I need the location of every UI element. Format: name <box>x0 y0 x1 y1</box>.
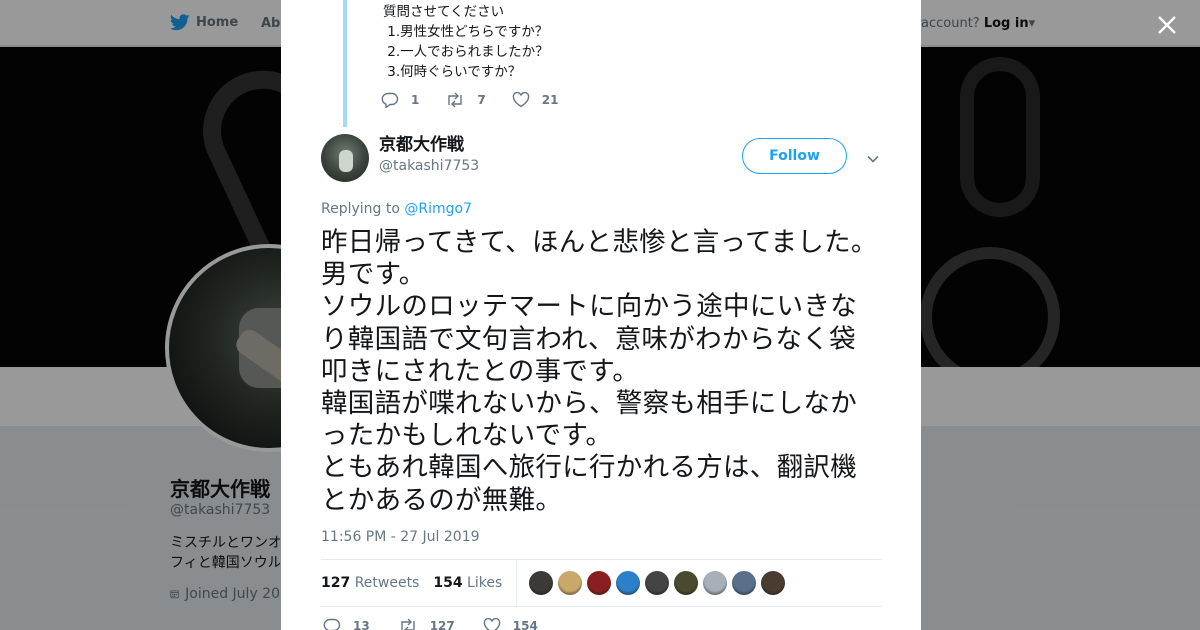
liker-avatar[interactable] <box>674 571 699 595</box>
retweet-icon <box>401 618 415 630</box>
liker-avatar[interactable] <box>732 571 757 595</box>
like-action[interactable]: 21 <box>512 92 559 108</box>
liker-avatar[interactable] <box>558 571 583 595</box>
more-options-button[interactable] <box>867 150 879 163</box>
author-avatar[interactable] <box>321 134 369 182</box>
retweet-stat-label: Retweets <box>354 575 420 591</box>
tweet-stats: 127 Retweets 154 Likes <box>321 559 882 607</box>
reply-icon <box>381 92 399 108</box>
chevron-down-icon <box>867 155 879 163</box>
liker-avatar[interactable] <box>529 571 554 595</box>
reply-count: 13 <box>353 619 370 630</box>
like-stat[interactable]: 154 Likes <box>433 575 502 591</box>
avatar-figure <box>339 150 353 172</box>
like-stat-label: Likes <box>467 575 503 591</box>
liker-avatars <box>529 571 786 595</box>
retweet-action[interactable]: 7 <box>445 92 486 108</box>
liker-avatar[interactable] <box>703 571 728 595</box>
liker-avatar[interactable] <box>616 571 641 595</box>
author-names: 京都大作戦 @takashi7753 <box>379 134 479 182</box>
reply-action[interactable]: 13 <box>323 618 370 630</box>
heart-icon <box>483 618 501 630</box>
liker-avatar[interactable] <box>645 571 670 595</box>
liker-avatar[interactable] <box>587 571 612 595</box>
close-button[interactable] <box>1152 10 1182 40</box>
heart-icon <box>512 92 529 108</box>
close-icon <box>1158 16 1176 34</box>
follow-button[interactable]: Follow <box>742 138 847 174</box>
retweet-icon <box>448 92 463 108</box>
like-action[interactable]: 154 <box>483 618 538 630</box>
previous-tweet-actions: 1 7 21 <box>381 92 558 108</box>
replying-prefix: Replying to <box>321 201 400 217</box>
stats-divider <box>516 560 518 606</box>
retweet-stat-count: 127 <box>321 575 351 591</box>
tweet-author[interactable]: 京都大作戦 @takashi7753 <box>321 134 479 182</box>
replying-to: Replying to @Rimgo7 <box>321 201 472 217</box>
like-count: 21 <box>541 93 559 107</box>
like-count: 154 <box>512 619 538 630</box>
retweet-stat[interactable]: 127 Retweets <box>321 575 419 591</box>
author-name[interactable]: 京都大作戦 <box>379 134 479 156</box>
tweet-actions: 13 127 154 <box>323 618 538 630</box>
reply-action[interactable]: 1 <box>381 92 419 108</box>
replying-to-link[interactable]: @Rimgo7 <box>404 201 472 217</box>
like-stat-count: 154 <box>433 575 463 591</box>
reply-icon <box>323 618 341 630</box>
retweet-count: 127 <box>429 619 455 630</box>
retweet-action[interactable]: 127 <box>398 618 455 630</box>
previous-tweet-text: 質問させてください 1.男性女性どちらですか？ 2.一人でおられましたか？ 3.… <box>383 4 549 80</box>
tweet-timestamp[interactable]: 11:56 PM - 27 Jul 2019 <box>321 529 480 545</box>
tweet-modal: 質問させてください 1.男性女性どちらですか？ 2.一人でおられましたか？ 3.… <box>281 0 921 630</box>
author-handle[interactable]: @takashi7753 <box>379 158 479 174</box>
retweet-count: 7 <box>477 93 486 107</box>
liker-avatar[interactable] <box>761 571 786 595</box>
thread-connector <box>343 0 347 127</box>
reply-count: 1 <box>411 93 420 107</box>
tweet-text: 昨日帰ってきて、ほんと悲惨と言ってました。男です。 ソウルのロッテマートに向かう… <box>321 227 878 516</box>
